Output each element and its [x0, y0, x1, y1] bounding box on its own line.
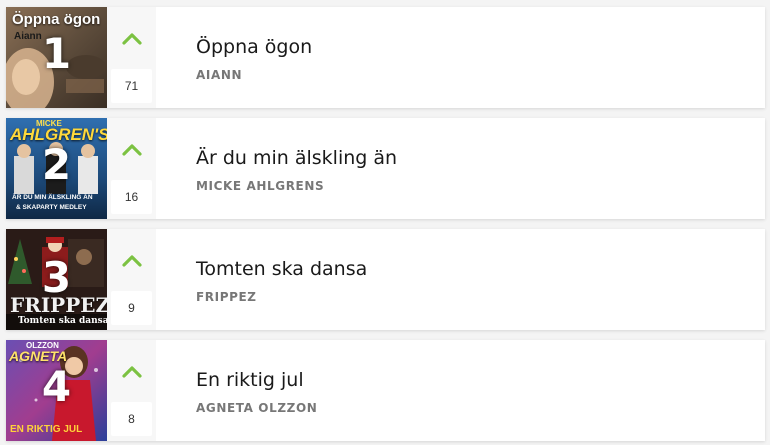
weeks-on-chart: 8	[111, 402, 152, 436]
weeks-on-chart: 71	[111, 69, 152, 103]
cover-subtitle: ÄR DU MIN ÄLSKLING ÄN	[12, 194, 93, 201]
chevron-up-icon	[122, 33, 142, 45]
cover-title: Öppna ögon	[12, 11, 101, 28]
chevron-up-icon	[122, 366, 142, 378]
chevron-up-icon	[122, 255, 142, 267]
album-cover[interactable]: FRIPPEZ Tomten ska dansa 3	[6, 229, 107, 330]
chart-row-1[interactable]: Öppna ögon Aiann 1 71 Öppna ögon AIANN	[6, 7, 765, 108]
rank-number: 4	[41, 362, 72, 411]
album-cover[interactable]: Öppna ögon Aiann 1	[6, 7, 107, 108]
rank-number: 3	[41, 253, 72, 302]
rank-number: 2	[41, 140, 72, 189]
album-cover[interactable]: MICKE AHLGREN'S ÄR DU MIN ÄLSKLING ÄN & …	[6, 118, 107, 219]
song-title[interactable]: Öppna ögon	[196, 36, 312, 58]
cover-subtitle-2: & SKAPARTY MEDLEY	[16, 204, 87, 211]
song-title[interactable]: En riktig jul	[196, 369, 304, 391]
chart-list: Öppna ögon Aiann 1 71 Öppna ögon AIANN M…	[0, 0, 770, 445]
artist-name[interactable]: AGNETA OLZZON	[196, 401, 317, 415]
chart-row-4[interactable]: OLZZON AGNETA EN RIKTIG JUL 4 8 En rikti…	[6, 340, 765, 441]
artist-name[interactable]: FRIPPEZ	[196, 290, 257, 304]
artist-name[interactable]: AIANN	[196, 68, 242, 82]
album-cover[interactable]: OLZZON AGNETA EN RIKTIG JUL 4	[6, 340, 107, 441]
artist-name[interactable]: MICKE AHLGRENS	[196, 179, 324, 193]
chevron-up-icon	[122, 144, 142, 156]
rank-number: 1	[41, 29, 72, 78]
song-title[interactable]: Är du min älskling än	[196, 147, 397, 169]
weeks-on-chart: 9	[111, 291, 152, 325]
trend-panel: 9	[107, 229, 156, 330]
cover-subtitle: EN RIKTIG JUL	[10, 424, 83, 435]
cover-subtitle: Tomten ska dansa	[18, 316, 107, 326]
chart-row-2[interactable]: MICKE AHLGREN'S ÄR DU MIN ÄLSKLING ÄN & …	[6, 118, 765, 219]
trend-panel: 16	[107, 118, 156, 219]
chart-row-3[interactable]: FRIPPEZ Tomten ska dansa 3 9 Tomten ska …	[6, 229, 765, 330]
trend-panel: 71	[107, 7, 156, 108]
trend-panel: 8	[107, 340, 156, 441]
song-title[interactable]: Tomten ska dansa	[196, 258, 367, 280]
weeks-on-chart: 16	[111, 180, 152, 214]
